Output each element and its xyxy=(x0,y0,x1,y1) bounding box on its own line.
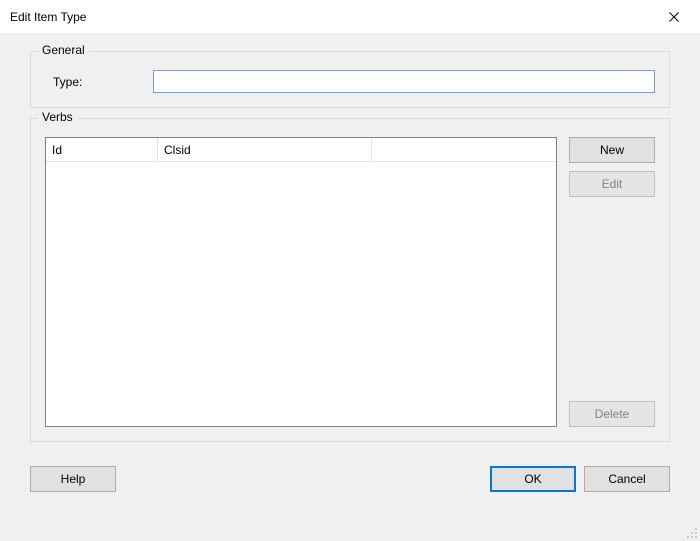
column-id[interactable]: Id xyxy=(46,138,158,161)
general-group: General Type: xyxy=(30,51,670,108)
edit-button: Edit xyxy=(569,171,655,197)
general-legend: General xyxy=(38,43,89,57)
resize-grip[interactable] xyxy=(686,527,698,539)
window-title: Edit Item Type xyxy=(10,10,86,24)
column-remainder xyxy=(372,138,556,161)
type-input[interactable] xyxy=(153,70,655,93)
titlebar: Edit Item Type xyxy=(0,0,700,33)
verbs-table[interactable]: Id Clsid xyxy=(45,137,557,427)
table-header: Id Clsid xyxy=(46,138,556,162)
new-button[interactable]: New xyxy=(569,137,655,163)
ok-button[interactable]: OK xyxy=(490,466,576,492)
close-button[interactable] xyxy=(654,2,694,32)
dialog-body: General Type: Verbs Id Clsid New Edit De… xyxy=(0,33,700,541)
verbs-legend: Verbs xyxy=(38,110,77,124)
verbs-group: Verbs Id Clsid New Edit Delete xyxy=(30,118,670,442)
help-button[interactable]: Help xyxy=(30,466,116,492)
verbs-button-column: New Edit Delete xyxy=(569,137,655,427)
dialog-footer: Help OK Cancel xyxy=(30,466,670,492)
column-clsid[interactable]: Clsid xyxy=(158,138,372,161)
cancel-button[interactable]: Cancel xyxy=(584,466,670,492)
delete-button: Delete xyxy=(569,401,655,427)
close-icon xyxy=(669,12,679,22)
type-label: Type: xyxy=(45,75,145,89)
